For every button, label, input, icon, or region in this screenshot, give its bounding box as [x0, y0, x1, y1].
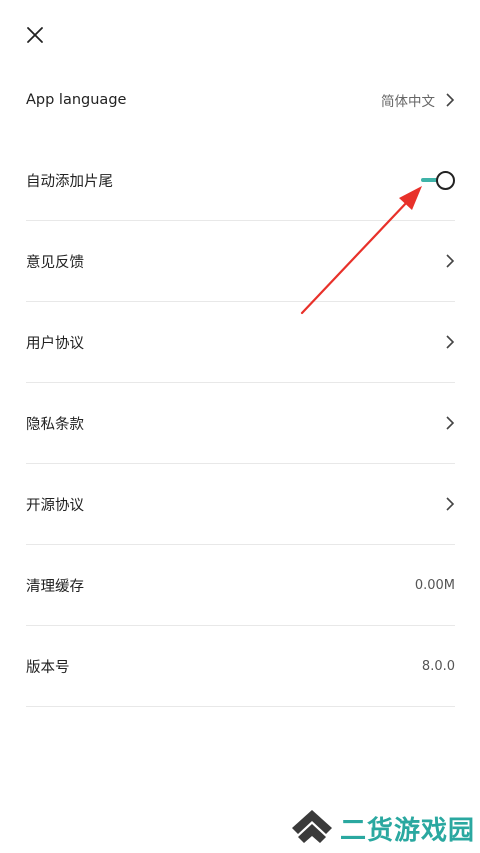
auto-add-ending-toggle[interactable] — [421, 170, 455, 190]
close-icon — [27, 27, 43, 43]
privacy-terms-row[interactable]: 隐私条款 — [26, 383, 455, 464]
chevron-right-icon — [445, 334, 455, 350]
auto-add-ending-label: 自动添加片尾 — [26, 173, 113, 190]
chevron-right-icon — [445, 92, 455, 108]
version-label: 版本号 — [26, 659, 70, 676]
watermark-logo-icon — [292, 810, 332, 843]
app-language-row[interactable]: App language 简体中文 — [26, 60, 455, 140]
watermark-text: 二货游戏园 — [340, 815, 476, 846]
chevron-right-icon — [445, 253, 455, 269]
version-value: 8.0.0 — [421, 658, 455, 674]
clear-cache-label: 清理缓存 — [26, 578, 84, 595]
version-row: 版本号 8.0.0 — [26, 626, 455, 707]
user-agreement-row[interactable]: 用户协议 — [26, 302, 455, 383]
app-language-label: App language — [26, 92, 127, 108]
open-source-row[interactable]: 开源协议 — [26, 464, 455, 545]
open-source-label: 开源协议 — [26, 497, 84, 514]
feedback-label: 意见反馈 — [26, 254, 84, 271]
feedback-row[interactable]: 意见反馈 — [26, 221, 455, 302]
settings-list: App language 简体中文 自动添加片尾 意见反馈 用户协议 隐私条款 … — [26, 60, 455, 707]
watermark: 二货游戏园 — [290, 806, 475, 850]
toggle-knob — [436, 171, 455, 190]
user-agreement-label: 用户协议 — [26, 335, 84, 352]
privacy-terms-label: 隐私条款 — [26, 416, 84, 433]
chevron-right-icon — [445, 415, 455, 431]
cache-size-value: 0.00M — [414, 577, 455, 593]
app-language-value: 简体中文 — [381, 94, 435, 110]
chevron-right-icon — [445, 496, 455, 512]
clear-cache-row[interactable]: 清理缓存 0.00M — [26, 545, 455, 626]
auto-add-ending-row: 自动添加片尾 — [26, 140, 455, 221]
close-button[interactable] — [22, 22, 48, 48]
